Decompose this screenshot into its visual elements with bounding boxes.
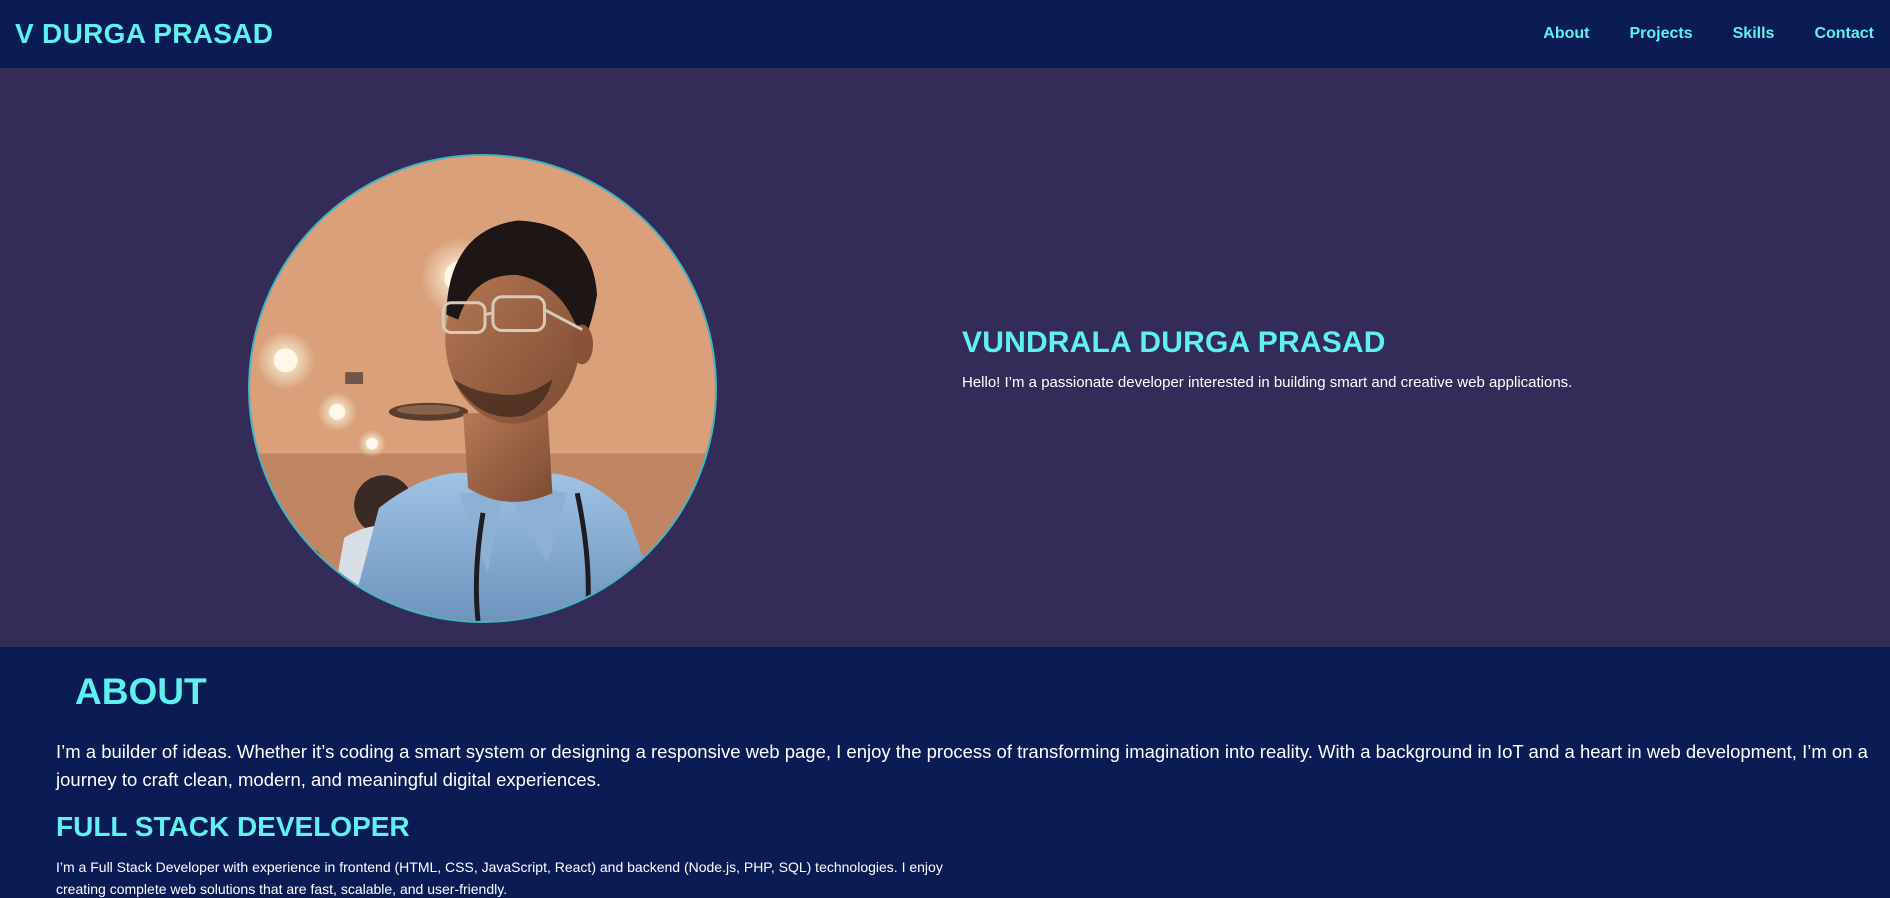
nav-links: About Projects Skills Contact (1503, 25, 1874, 43)
hero-tagline: Hello! I’m a passionate developer intere… (962, 374, 1573, 391)
role-heading: FULL STACK DEVELOPER (56, 811, 410, 842)
hero-name: VUNDRALA DURGA PRASAD (962, 326, 1386, 359)
profile-photo (248, 154, 717, 623)
nav-link-about[interactable]: About (1543, 25, 1589, 43)
nav-link-contact[interactable]: Contact (1814, 25, 1874, 43)
hero-section: VUNDRALA DURGA PRASAD Hello! I’m a passi… (0, 68, 1890, 647)
top-navbar: V DURGA PRASAD About Projects Skills Con… (0, 0, 1890, 68)
site-brand[interactable]: V DURGA PRASAD (15, 18, 273, 50)
profile-photo-illustration (250, 156, 715, 621)
nav-link-projects[interactable]: Projects (1629, 25, 1692, 43)
about-section: ABOUT I’m a builder of ideas. Whether it… (0, 647, 1890, 898)
about-heading: ABOUT (75, 671, 207, 712)
about-paragraph: I’m a builder of ideas. Whether it’s cod… (56, 741, 1868, 790)
role-paragraph: I’m a Full Stack Developer with experien… (56, 859, 943, 897)
hero-text: VUNDRALA DURGA PRASAD Hello! I’m a passi… (962, 326, 1572, 391)
nav-link-skills[interactable]: Skills (1733, 25, 1775, 43)
